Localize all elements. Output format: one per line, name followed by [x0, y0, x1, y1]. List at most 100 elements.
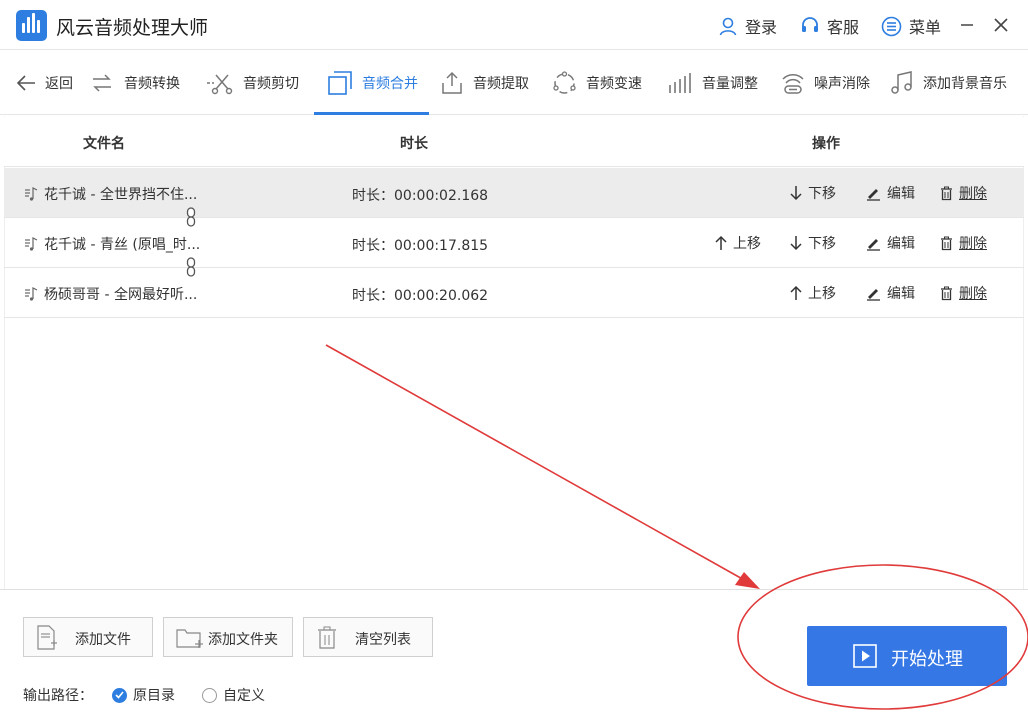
tab-audio-speed[interactable]: 音频变速 — [552, 51, 642, 115]
move-down-label: 下移 — [808, 186, 836, 202]
audio-file-icon — [25, 237, 38, 251]
tab-label: 噪声消除 — [814, 76, 870, 92]
music-note-icon — [891, 71, 912, 94]
pencil-icon — [867, 288, 880, 301]
file-name: 花千诚 - 青丝 (原唱_时... — [44, 237, 201, 253]
edit-button[interactable]: 编辑 — [866, 183, 915, 203]
minimize-icon — [961, 24, 973, 26]
close-icon — [994, 18, 1008, 32]
headset-icon — [802, 17, 818, 32]
delete-button[interactable]: 删除 — [940, 183, 987, 203]
column-duration: 时长 — [400, 136, 428, 152]
close-button[interactable] — [988, 12, 1014, 38]
move-up-button[interactable]: 上移 — [715, 233, 761, 253]
edit-label: 编辑 — [887, 186, 915, 202]
tab-label: 音频变速 — [586, 76, 642, 92]
chain-link-icon — [186, 257, 196, 277]
app-title: 风云音频处理大师 — [56, 17, 209, 39]
user-icon — [719, 17, 737, 36]
table-row[interactable]: 花千诚 - 全世界挡不住... 时长：00:00:02.168 下移 编辑 删除 — [4, 168, 1024, 218]
arrow-up-icon — [790, 285, 802, 300]
audio-file-icon — [25, 187, 38, 201]
tab-audio-merge[interactable]: 音频合并 — [327, 51, 418, 115]
column-filename: 文件名 — [83, 136, 125, 152]
move-down-button[interactable]: 下移 — [790, 183, 836, 203]
add-file-icon — [37, 625, 57, 650]
radio-original-dir[interactable]: 原目录 — [112, 685, 175, 705]
table-header: 文件名 时长 操作 — [4, 117, 1024, 167]
delete-label: 删除 — [959, 286, 987, 302]
tool-nav: 返回 音频转换 音频剪切 音频合并 音频提取 音频变速 音量调整 噪声消除 添加… — [0, 51, 1028, 115]
file-name-cell: 花千诚 - 青丝 (原唱_时... — [24, 234, 200, 254]
noise-icon — [782, 74, 804, 94]
login-label: 登录 — [745, 18, 778, 37]
radio-label: 原目录 — [133, 688, 175, 704]
add-folder-label: 添加文件夹 — [208, 632, 278, 648]
add-file-button[interactable]: 添加文件 — [23, 617, 153, 657]
move-up-button[interactable]: 上移 — [790, 283, 836, 303]
menu-button[interactable]: 菜单 — [881, 14, 941, 38]
tab-audio-extract[interactable]: 音频提取 — [440, 51, 529, 115]
edit-button[interactable]: 编辑 — [866, 283, 915, 303]
move-down-button[interactable]: 下移 — [790, 233, 836, 253]
file-name-cell: 杨硕哥哥 - 全网最好听... — [24, 284, 197, 304]
edit-button[interactable]: 编辑 — [866, 233, 915, 253]
radio-custom-dir[interactable]: 自定义 — [202, 685, 265, 705]
delete-button[interactable]: 删除 — [940, 233, 987, 253]
edit-label: 编辑 — [887, 286, 915, 302]
convert-icon — [93, 74, 111, 92]
service-button[interactable]: 客服 — [800, 14, 859, 38]
edit-label: 编辑 — [887, 236, 915, 252]
start-processing-button[interactable]: 开始处理 — [807, 626, 1007, 686]
login-button[interactable]: 登录 — [718, 14, 777, 38]
chain-link-icon — [186, 207, 196, 227]
bottom-panel: 添加文件 添加文件夹 清空列表 输出路径： 原目录 自定义 开始处理 — [0, 589, 1028, 720]
move-up-label: 上移 — [808, 286, 836, 302]
tab-add-bgm[interactable]: 添加背景音乐 — [890, 51, 1007, 115]
tab-audio-cut[interactable]: 音频剪切 — [206, 51, 299, 115]
file-name-cell: 花千诚 - 全世界挡不住... — [24, 184, 197, 204]
arrow-down-icon — [790, 236, 802, 251]
add-folder-button[interactable]: 添加文件夹 — [163, 617, 293, 657]
pencil-icon — [867, 238, 880, 251]
trash-icon — [941, 286, 952, 300]
add-folder-icon — [176, 629, 203, 648]
clear-list-label: 清空列表 — [355, 632, 411, 648]
app-logo-icon — [16, 10, 47, 41]
pencil-icon — [867, 188, 880, 201]
file-name: 花千诚 - 全世界挡不住... — [44, 187, 198, 203]
speed-icon — [553, 70, 576, 94]
tab-volume-adjust[interactable]: 音量调整 — [667, 51, 758, 115]
title-bar: 风云音频处理大师 登录 客服 菜单 — [0, 0, 1028, 50]
trash-icon — [318, 626, 336, 649]
menu-label: 菜单 — [909, 18, 942, 37]
column-operations: 操作 — [812, 136, 840, 152]
table-row[interactable]: 花千诚 - 青丝 (原唱_时... 时长：00:00:17.815 上移 下移 … — [4, 218, 1024, 268]
minimize-button[interactable] — [954, 12, 980, 38]
arrow-down-icon — [790, 186, 802, 201]
audio-file-icon — [25, 287, 38, 301]
radio-label: 自定义 — [223, 688, 265, 704]
file-name: 杨硕哥哥 - 全网最好听... — [44, 287, 198, 303]
scissors-icon — [207, 74, 233, 95]
tab-label: 音频转换 — [124, 76, 180, 92]
file-duration: 时长：00:00:20.062 — [352, 288, 489, 304]
tab-noise-removal[interactable]: 噪声消除 — [781, 51, 870, 115]
table-row[interactable]: 杨硕哥哥 - 全网最好听... 时长：00:00:20.062 上移 编辑 删除 — [4, 268, 1024, 318]
back-label: 返回 — [45, 76, 73, 92]
volume-bars-icon — [669, 73, 691, 93]
trash-icon — [941, 236, 952, 250]
delete-label: 删除 — [959, 186, 987, 202]
tab-label: 音频合并 — [362, 76, 418, 92]
arrow-left-icon — [16, 75, 35, 91]
move-down-label: 下移 — [808, 236, 836, 252]
tab-audio-convert[interactable]: 音频转换 — [89, 51, 180, 115]
merge-icon — [328, 71, 352, 95]
trash-icon — [941, 186, 952, 200]
tab-label: 添加背景音乐 — [923, 76, 1007, 92]
delete-button[interactable]: 删除 — [940, 283, 987, 303]
radio-checked-icon — [112, 687, 127, 703]
clear-list-button[interactable]: 清空列表 — [303, 617, 433, 657]
back-button[interactable]: 返回 — [16, 51, 73, 115]
arrow-up-icon — [715, 235, 727, 250]
